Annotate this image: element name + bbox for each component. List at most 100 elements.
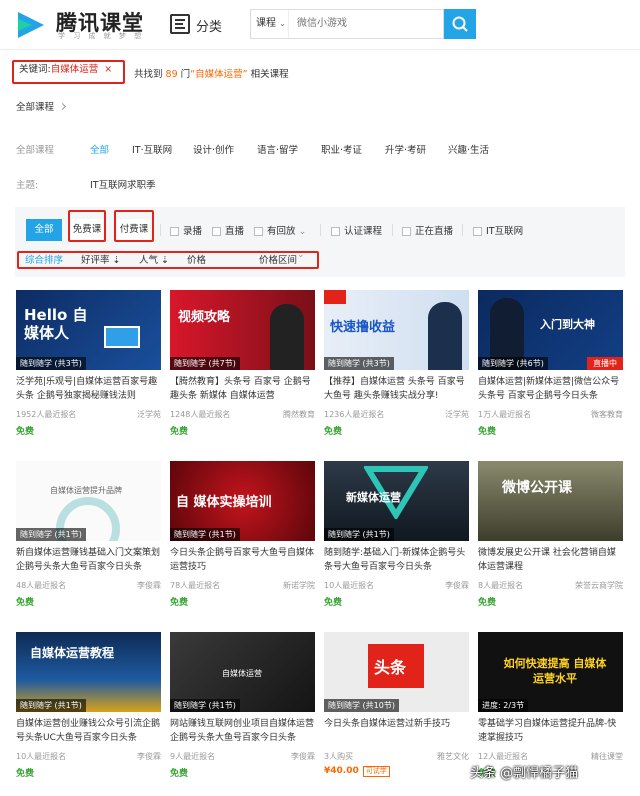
thumbnail-title: 自 媒体实操培训 <box>176 495 272 510</box>
course-thumbnail[interactable]: 自媒体运营教程 随到随学 (共1节) <box>16 632 161 712</box>
checkbox-live[interactable]: 直播 <box>212 223 244 237</box>
course-card[interactable]: 新媒体运营 随到随学 (共1节) 随到随学:基础入门-新媒体企鹅号头条号大鱼号百… <box>324 461 469 611</box>
course-card[interactable]: 视频攻略 随到随学 (共7节) 【腾然教育】头条号 百家号 企鹅号 趣头条 新媒… <box>170 290 315 440</box>
category-all[interactable]: 全部 <box>90 142 109 156</box>
course-tag: 随到随学 (共1节) <box>16 528 86 541</box>
course-name[interactable]: 零基础学习自媒体运营提升品牌-快速掌握技巧 <box>478 718 623 746</box>
checkbox-certified[interactable]: 认证课程 <box>331 223 382 237</box>
org-name[interactable]: 泛学苑 <box>445 409 469 420</box>
divider <box>320 224 321 236</box>
course-meta: 1952人最近报名 泛学苑 <box>16 409 161 420</box>
course-name[interactable]: 随到随学:基础入门-新媒体企鹅号头条号大鱼号百家号今日头条 <box>324 547 469 575</box>
org-name[interactable]: 微客教育 <box>591 409 623 420</box>
course-thumbnail[interactable]: Hello 自媒体人 随到随学 (共3节) <box>16 290 161 370</box>
course-card[interactable]: 如何快速提高 自媒体运营水平 进度: 2/3节 零基础学习自媒体运营提升品牌-快… <box>478 632 623 782</box>
enroll-count: 10人最近报名 <box>324 581 375 590</box>
category-label[interactable]: 分类 <box>196 16 222 35</box>
course-price: ¥40.00 可试学 <box>324 766 390 777</box>
divider <box>392 224 393 236</box>
course-name[interactable]: 【腾然教育】头条号 百家号 企鹅号 趣头条 新媒体 自媒体运营 <box>170 376 315 404</box>
live-badge: 直播中 <box>587 357 623 370</box>
divider <box>160 224 161 236</box>
org-name[interactable]: 李俊霖 <box>445 580 469 591</box>
course-name[interactable]: 新自媒体运营赚钱基础入门文案策划企鹅号头条大鱼号百家今日头条 <box>16 547 161 575</box>
course-card[interactable]: 自 媒体实操培训 随到随学 (共1节) 今日头条企鹅号百家号大鱼号自媒体运营技巧… <box>170 461 315 611</box>
breadcrumb-all-courses[interactable]: 全部课程 <box>16 102 54 113</box>
presenter-figure <box>428 302 462 370</box>
course-thumbnail[interactable]: 快速撸收益 随到随学 (共3节) <box>324 290 469 370</box>
course-name[interactable]: 自媒体运营创业赚钱公众号引流企鹅号头条UC大鱼号百家今日头条 <box>16 718 161 746</box>
recommend-badge <box>324 290 346 304</box>
org-name[interactable]: 李俊霖 <box>137 751 161 762</box>
enroll-count: 9人最近报名 <box>170 752 216 761</box>
org-name[interactable]: 雅艺文化 <box>437 751 469 762</box>
checkbox-box <box>331 227 340 236</box>
course-thumbnail[interactable]: 新媒体运营 随到随学 (共1节) <box>324 461 469 541</box>
enroll-count: 1248人最近报名 <box>170 410 231 419</box>
course-thumbnail[interactable]: 微博公开课 <box>478 461 623 541</box>
search-type-select[interactable]: 课程 ⌄ <box>251 10 289 38</box>
course-card[interactable]: 头条 随到随学 (共10节) 今日头条自媒体运营过新手技巧 3人购买 雅艺文化 ¥… <box>324 632 469 782</box>
thumbnail-title: Hello 自媒体人 <box>24 306 88 342</box>
course-name[interactable]: 【推荐】自媒体运营 头条号 百家号 大鱼号 趣头条赚钱实战分享! <box>324 376 469 404</box>
category-language[interactable]: 语言·留学 <box>257 142 298 156</box>
course-card[interactable]: 自媒体运营教程 随到随学 (共1节) 自媒体运营创业赚钱公众号引流企鹅号头条UC… <box>16 632 161 782</box>
course-card[interactable]: 自媒体运营提升品牌 随到随学 (共1节) 新自媒体运营赚钱基础入门文案策划企鹅号… <box>16 461 161 611</box>
org-name[interactable]: 李俊霖 <box>137 580 161 591</box>
course-name[interactable]: 今日头条企鹅号百家号大鱼号自媒体运营技巧 <box>170 547 315 575</box>
top-header: 腾讯课堂 学 习 成 就 梦 想 分类 课程 ⌄ <box>0 0 640 50</box>
checkbox-replay[interactable]: 有回放 ⌄ <box>254 223 307 237</box>
checkbox-living-now[interactable]: 正在直播 <box>402 223 453 237</box>
course-card[interactable]: 自媒体运营 随到随学 (共1节) 网站赚钱互联网创业项目自媒体运营企鹅号头条大鱼… <box>170 632 315 782</box>
org-name[interactable]: 李俊霖 <box>291 751 315 762</box>
course-card[interactable]: 入门到大神 随到随学 (共6节) 直播中 自媒体运营|新媒体运营|微信公众号 头… <box>478 290 623 440</box>
course-tag: 随到随学 (共6节) <box>478 357 548 370</box>
topic-it-job[interactable]: IT互联网求职季 <box>90 177 156 191</box>
category-it[interactable]: IT·互联网 <box>132 142 172 156</box>
category-icon[interactable] <box>170 14 190 34</box>
course-card[interactable]: 快速撸收益 随到随学 (共3节) 【推荐】自媒体运营 头条号 百家号 大鱼号 趣… <box>324 290 469 440</box>
course-name[interactable]: 自媒体运营|新媒体运营|微信公众号 头条号 百家号企鹅号今日头条 <box>478 376 623 404</box>
checkbox-recorded[interactable]: 录播 <box>170 223 202 237</box>
breadcrumb[interactable]: 全部课程 <box>16 99 67 113</box>
org-name[interactable]: 荣誉云商学院 <box>575 580 623 591</box>
course-thumbnail[interactable]: 头条 随到随学 (共10节) <box>324 632 469 712</box>
course-tag: 随到随学 (共7节) <box>170 357 240 370</box>
course-thumbnail[interactable]: 视频攻略 随到随学 (共7节) <box>170 290 315 370</box>
checkbox-box <box>402 227 411 236</box>
thumbnail-title: 入门到大神 <box>540 318 595 331</box>
course-meta: 48人最近报名 李俊霖 <box>16 580 161 591</box>
tab-all[interactable]: 全部 <box>26 219 62 241</box>
org-name[interactable]: 腾然教育 <box>283 409 315 420</box>
course-thumbnail[interactable]: 入门到大神 随到随学 (共6节) 直播中 <box>478 290 623 370</box>
checkbox-it-internet[interactable]: IT互联网 <box>473 223 523 237</box>
thumbnail-title: 微博公开课 <box>502 480 572 496</box>
category-exam[interactable]: 升学·考研 <box>385 142 426 156</box>
course-name[interactable]: 泛学苑|乐观号|自媒体运营百家号趣头条 企鹅号独家揭秘赚钱法则 <box>16 376 161 404</box>
course-meta: 10人最近报名 李俊霖 <box>324 580 469 591</box>
course-card[interactable]: Hello 自媒体人 随到随学 (共3节) 泛学苑|乐观号|自媒体运营百家号趣头… <box>16 290 161 440</box>
course-thumbnail[interactable]: 如何快速提高 自媒体运营水平 进度: 2/3节 <box>478 632 623 712</box>
org-name[interactable]: 精往课堂 <box>591 751 623 762</box>
search-input[interactable] <box>291 10 441 38</box>
course-card[interactable]: 微博公开课 微博发展史公开课 社会化营销自媒体运营课程 8人最近报名 荣誉云商学院… <box>478 461 623 611</box>
course-thumbnail[interactable]: 自媒体运营提升品牌 随到随学 (共1节) <box>16 461 161 541</box>
course-thumbnail[interactable]: 自 媒体实操培训 随到随学 (共1节) <box>170 461 315 541</box>
course-tag: 随到随学 (共1节) <box>324 528 394 541</box>
course-name[interactable]: 今日头条自媒体运营过新手技巧 <box>324 718 469 746</box>
org-name[interactable]: 泛学苑 <box>137 409 161 420</box>
checkbox-box <box>473 227 482 236</box>
checkbox-label: 直播 <box>225 226 245 237</box>
course-name[interactable]: 网站赚钱互联网创业项目自媒体运营企鹅号头条大鱼号百家今日头条 <box>170 718 315 746</box>
category-hobby[interactable]: 兴趣·生活 <box>448 142 489 156</box>
category-design[interactable]: 设计·创作 <box>193 142 234 156</box>
org-name[interactable]: 新诺学院 <box>283 580 315 591</box>
course-tag: 进度: 2/3节 <box>478 699 529 712</box>
course-thumbnail[interactable]: 自媒体运营 随到随学 (共1节) <box>170 632 315 712</box>
category-career[interactable]: 职业·考证 <box>321 142 362 156</box>
tencent-classroom-logo-icon[interactable] <box>14 8 48 42</box>
course-meta: 78人最近报名 新诺学院 <box>170 580 315 591</box>
course-name[interactable]: 微博发展史公开课 社会化营销自媒体运营课程 <box>478 547 623 575</box>
course-meta: 1236人最近报名 泛学苑 <box>324 409 469 420</box>
search-button[interactable] <box>444 9 476 39</box>
